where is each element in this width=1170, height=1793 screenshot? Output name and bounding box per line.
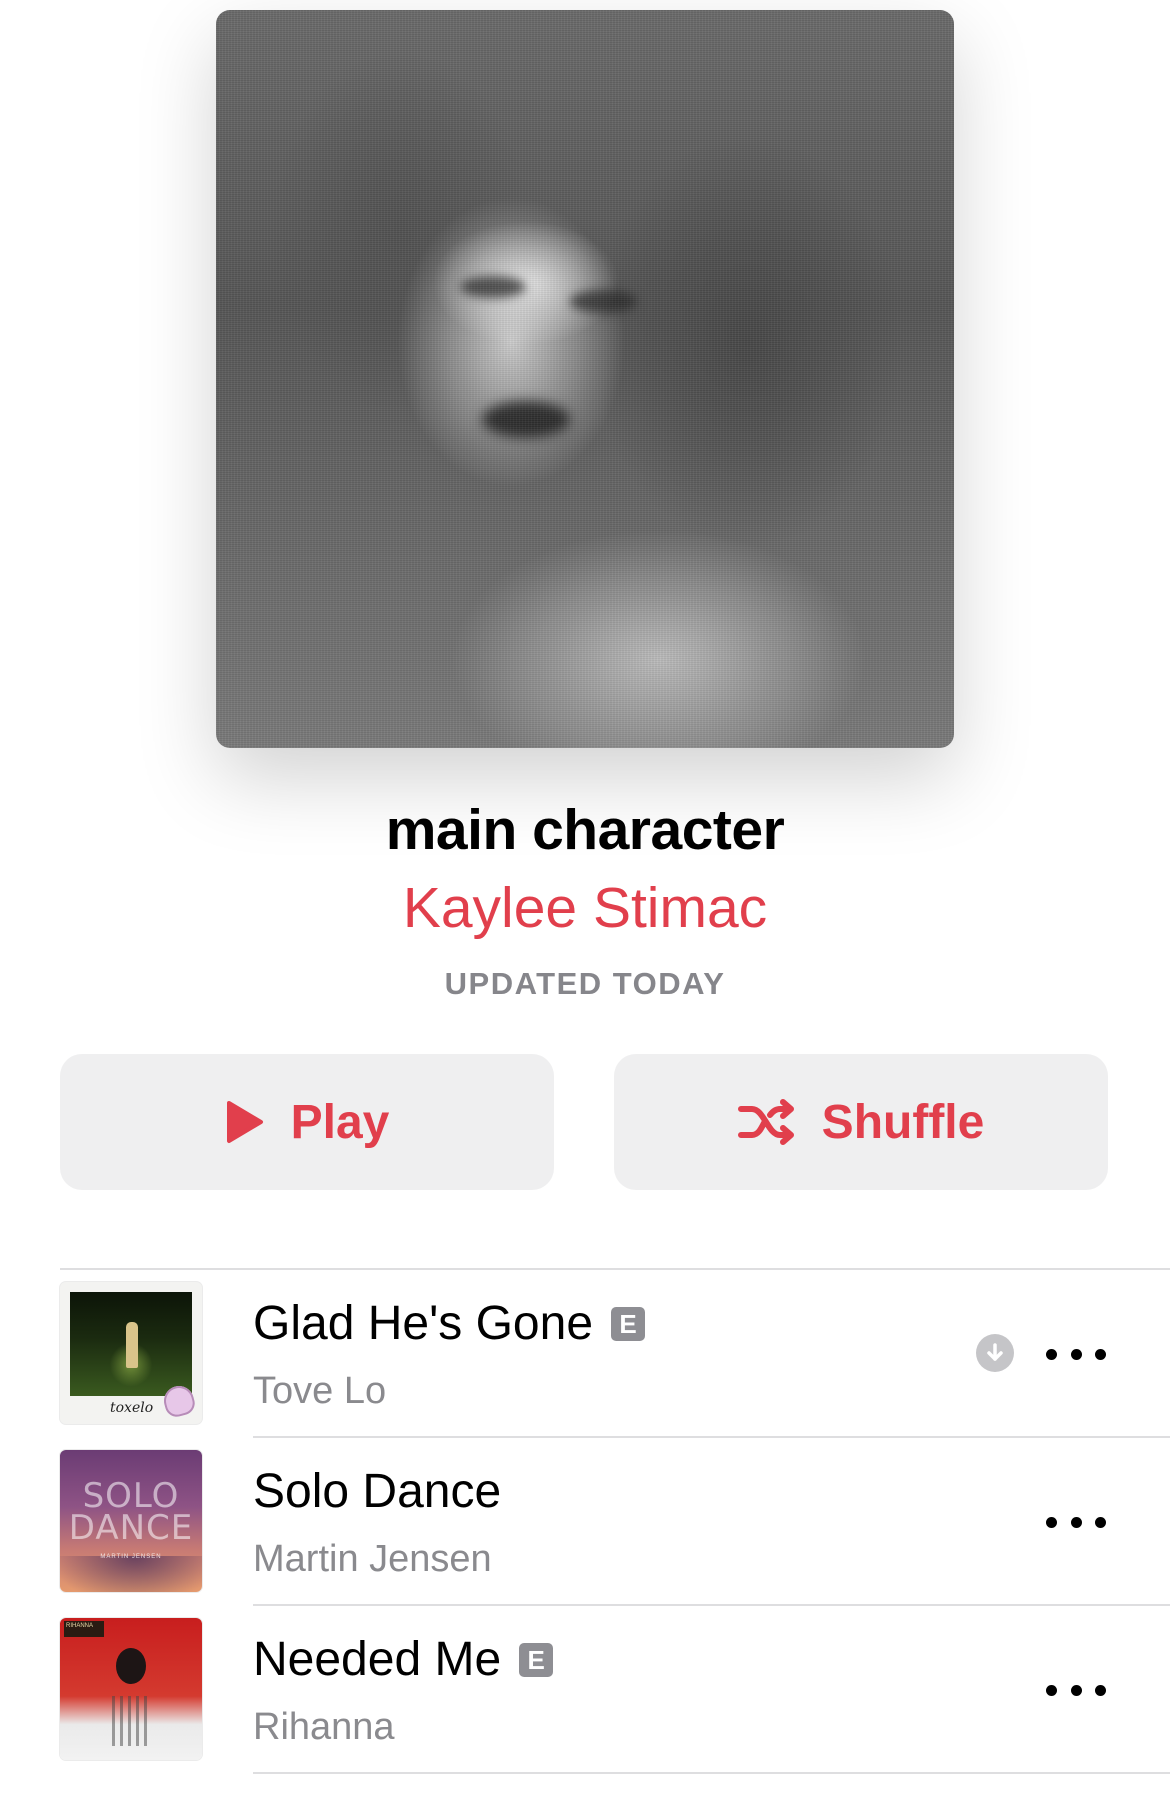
play-button-label: Play [290, 1095, 390, 1149]
downloaded-icon[interactable] [976, 1334, 1014, 1372]
play-button[interactable]: Play [60, 1054, 554, 1190]
album-cover-credits: MARTIN JENSEN [100, 1554, 162, 1560]
track-row[interactable]: RIHANNA Needed Me E Rihanna [0, 1604, 1170, 1772]
more-icon [1046, 1516, 1057, 1528]
shuffle-button[interactable]: Shuffle [614, 1054, 1108, 1190]
explicit-badge: E [519, 1643, 554, 1677]
track-title-text: Needed Me [253, 1633, 502, 1686]
album-cover-solo-dance: SOLO DANCE MARTIN JENSEN [60, 1450, 202, 1592]
track-artist: Rihanna [253, 1706, 395, 1748]
track-title: Needed Me E [253, 1633, 554, 1686]
more-options-button[interactable] [1046, 1502, 1106, 1542]
more-icon [1046, 1348, 1057, 1360]
more-options-button[interactable] [1046, 1670, 1106, 1710]
track-artist: Martin Jensen [253, 1538, 492, 1580]
playlist-curator-link[interactable]: Kaylee Stimac [0, 880, 1170, 937]
play-icon [225, 1100, 265, 1144]
more-options-button[interactable] [1046, 1334, 1106, 1374]
track-title-text: Glad He's Gone [253, 1297, 594, 1350]
track-artist: Tove Lo [253, 1370, 387, 1412]
shuffle-button-label: Shuffle [821, 1095, 985, 1149]
album-cover-tove-lo: toxelo [60, 1282, 202, 1424]
track-title: Solo Dance [253, 1468, 501, 1516]
more-icon [1046, 1684, 1057, 1696]
playlist-updated-label: UPDATED TODAY [444, 966, 726, 1001]
explicit-badge: E [611, 1307, 646, 1341]
track-title: Glad He's Gone E [253, 1297, 646, 1350]
album-cover-rihanna: RIHANNA [60, 1618, 202, 1760]
playlist-artwork-image [216, 10, 954, 748]
album-cover-label: RIHANNA [64, 1621, 104, 1637]
track-row[interactable]: toxelo Glad He's Gone E Tove Lo [0, 1268, 1170, 1436]
track-title-text: Solo Dance [253, 1465, 502, 1518]
track-divider [253, 1772, 1170, 1774]
album-cover-text: SOLO DANCE [68, 1476, 194, 1549]
shuffle-icon [737, 1099, 796, 1145]
playlist-artwork [216, 10, 954, 748]
track-row[interactable]: SOLO DANCE MARTIN JENSEN Solo Dance Mart… [0, 1436, 1170, 1604]
playlist-title: main character [385, 798, 785, 862]
album-cover-signature: toxelo [110, 1400, 154, 1416]
